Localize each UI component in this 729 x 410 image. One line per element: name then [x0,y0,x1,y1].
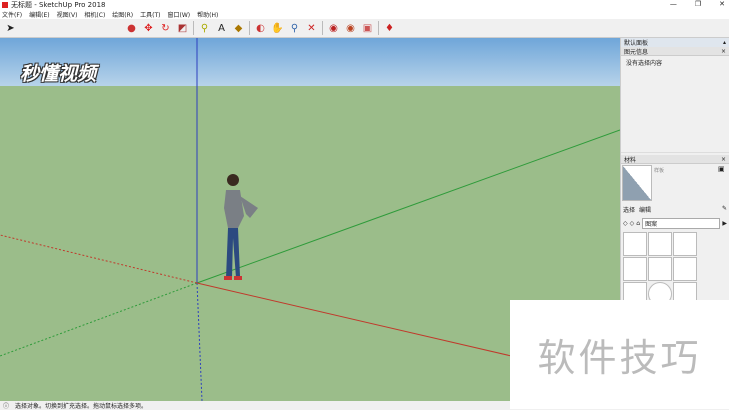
push-pull-icon[interactable]: ● [125,22,138,35]
blue-axis-negative [196,282,203,401]
app-icon [2,1,8,8]
menu-tools[interactable]: 工具(T) [140,10,160,19]
orbit-icon[interactable]: ◐ [254,22,267,35]
material-swatch[interactable] [648,257,672,281]
material-name[interactable]: 样板 [652,165,718,201]
extension-warehouse-icon[interactable]: ♦ [383,22,396,35]
share-icon[interactable]: ▣ [361,22,374,35]
text-icon[interactable]: A [215,22,228,35]
material-swatch[interactable] [673,232,697,256]
info-icon[interactable]: ⓘ [3,401,9,410]
zoom-extents-icon[interactable]: ✕ [305,22,318,35]
green-axis-negative [0,282,198,357]
rotate-icon[interactable]: ↻ [159,22,172,35]
red-axis-negative [0,234,198,284]
scale-icon[interactable]: ◩ [176,22,189,35]
zoom-icon[interactable]: ⚲ [288,22,301,35]
close-icon[interactable]: × [721,156,726,163]
home-icon[interactable]: ⌂ [636,220,640,227]
pan-icon[interactable]: ✋ [271,22,284,35]
material-preview [622,165,652,201]
watermark: 软件技巧 [510,300,729,409]
menu-edit[interactable]: 编辑(E) [29,10,49,19]
components-icon[interactable]: ◉ [344,22,357,35]
material-swatch[interactable] [648,232,672,256]
maximize-button[interactable]: ❐ [695,0,701,8]
materials-header[interactable]: 材料 [624,155,636,164]
move-icon[interactable]: ✥ [142,22,155,35]
menu-file[interactable]: 文件(F) [2,10,22,19]
paint-bucket-icon[interactable]: ◆ [232,22,245,35]
details-icon[interactable]: ▶ [722,220,727,227]
toolbar: ➤ ● ✥ ↻ ◩ ⚲ A ◆ ◐ ✋ ⚲ ✕ ◉ ◉ ▣ ♦ [0,19,729,38]
create-material-icon[interactable]: ▣ [718,165,728,201]
person-figure [224,174,258,280]
sample-paint-icon[interactable]: ✎ [722,205,727,214]
menu-help[interactable]: 帮助(H) [197,10,218,19]
material-swatch[interactable] [623,232,647,256]
red-axis [196,282,521,359]
status-text: 选择对象。切换到扩充选择。拖动鼠标选择多项。 [15,402,148,410]
menu-view[interactable]: 视图(V) [57,10,78,19]
forward-icon[interactable]: ◇ [630,220,635,227]
material-grid [621,230,729,308]
title-bar: 无标题 - SketchUp Pro 2018 — ❐ ✕ [0,0,729,9]
menu-window[interactable]: 窗口(W) [168,10,191,19]
logo-watermark: 秒懂视频 [20,63,97,85]
close-icon[interactable]: × [721,48,726,55]
pin-icon[interactable]: ▴ [723,39,726,46]
green-axis [196,129,620,284]
menu-bar: 文件(F) 编辑(E) 视图(V) 相机(C) 绘图(R) 工具(T) 窗口(W… [0,9,729,19]
entity-info-header[interactable]: 图元信息 [624,47,648,56]
menu-draw[interactable]: 绘图(R) [112,10,133,19]
warehouse-icon[interactable]: ◉ [327,22,340,35]
close-button[interactable]: ✕ [719,0,725,8]
back-icon[interactable]: ◇ [623,220,628,227]
tape-measure-icon[interactable]: ⚲ [198,22,211,35]
minimize-button[interactable]: — [670,0,677,8]
tab-select[interactable]: 选择 [623,205,635,214]
tab-edit[interactable]: 编辑 [639,205,651,214]
material-swatch[interactable] [623,257,647,281]
no-selection-text: 没有选择内容 [621,56,729,153]
material-swatch[interactable] [673,257,697,281]
menu-camera[interactable]: 相机(C) [84,10,105,19]
library-select[interactable]: 图案 [642,218,721,229]
select-tool-icon[interactable]: ➤ [4,22,17,35]
